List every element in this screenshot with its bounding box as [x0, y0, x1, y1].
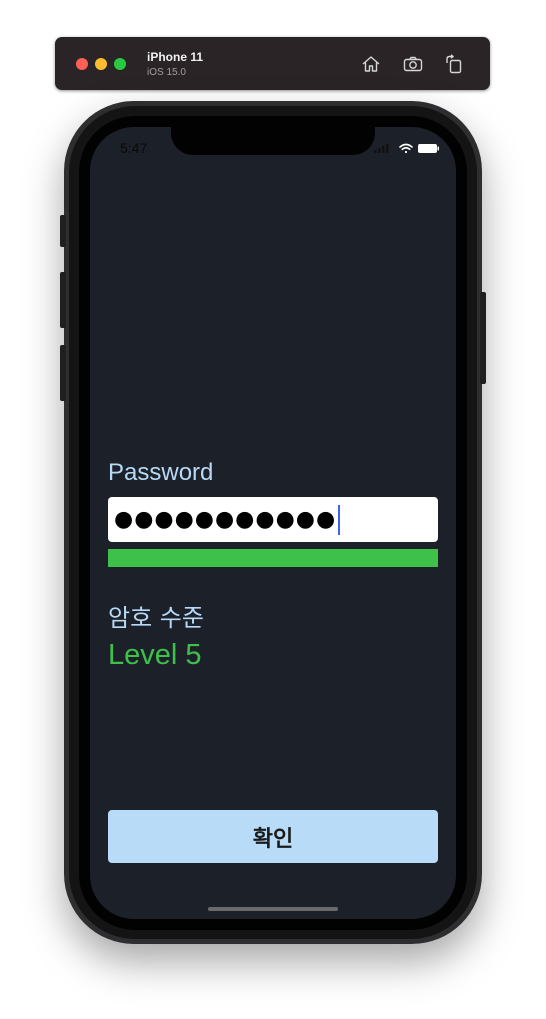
confirm-button[interactable]: 확인 [108, 810, 438, 863]
password-field[interactable]: ●●●●●●●●●●● [108, 497, 438, 542]
minimize-window-button[interactable] [95, 58, 107, 70]
status-time: 5:47 [120, 140, 148, 156]
strength-level-value: Level 5 [108, 639, 202, 671]
wifi-icon [399, 143, 413, 154]
power-button [480, 292, 486, 384]
signal-icon [374, 144, 389, 153]
status-icons [374, 142, 440, 154]
device-name: iPhone 11 [147, 50, 204, 64]
strength-level-heading: 암호 수준 [108, 604, 204, 632]
volume-up-button [60, 272, 66, 328]
zoom-window-button[interactable] [114, 58, 126, 70]
home-indicator[interactable] [208, 907, 338, 911]
device-os-version: iOS 15.0 [147, 67, 186, 78]
notch [171, 127, 375, 155]
mute-switch [60, 215, 66, 247]
close-window-button[interactable] [76, 58, 88, 70]
app-screen: 5:47 Password ●●●●●●●●●●● 암호 수준 Level 5 … [90, 127, 456, 919]
password-strength-fill [108, 549, 438, 567]
rotate-icon[interactable] [443, 53, 465, 75]
password-masked-value: ●●●●●●●●●●● [114, 506, 337, 532]
home-icon[interactable] [360, 53, 382, 75]
screenshot-camera-icon[interactable] [402, 53, 424, 75]
password-label: Password [108, 459, 214, 486]
volume-down-button [60, 345, 66, 401]
simulator-toolbar: iPhone 11 iOS 15.0 [55, 37, 490, 90]
password-strength-bar [108, 549, 438, 567]
battery-icon [418, 144, 439, 153]
text-caret [338, 504, 341, 535]
